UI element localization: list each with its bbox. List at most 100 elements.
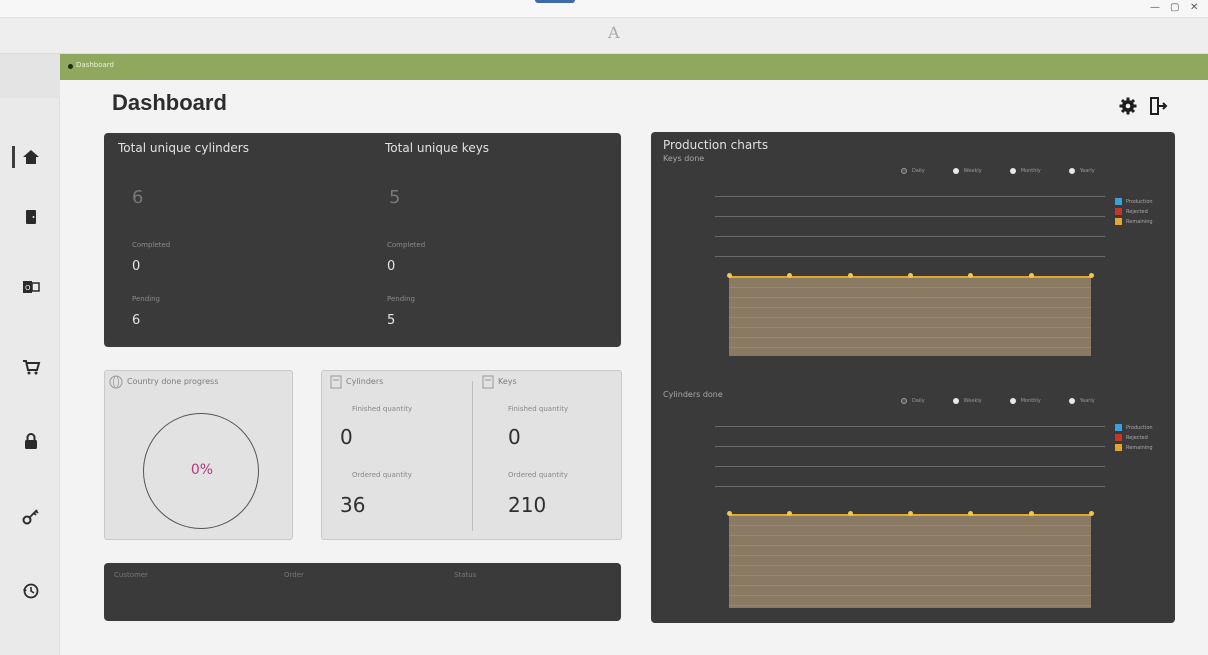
sidebar-item-security[interactable] bbox=[14, 424, 48, 458]
radio-icon bbox=[1068, 168, 1075, 174]
filter-label: Yearly bbox=[1079, 168, 1095, 174]
keys-totals-title: Total unique keys bbox=[385, 141, 490, 155]
maximize-button[interactable]: ▢ bbox=[1170, 2, 1179, 13]
gridline bbox=[715, 426, 1105, 427]
progress-ring: 0% bbox=[143, 413, 259, 529]
data-point[interactable] bbox=[908, 273, 913, 278]
filter-label: Weekly bbox=[963, 398, 982, 404]
data-point[interactable] bbox=[1089, 511, 1094, 516]
sidebar-item-home[interactable] bbox=[12, 140, 48, 174]
legend-swatch bbox=[1115, 424, 1122, 431]
progress-card: Country done progress 0% bbox=[104, 370, 293, 540]
cylinders-chart-subtitle: Cylinders done bbox=[663, 390, 723, 399]
legend-remaining[interactable]: Remaining bbox=[1115, 444, 1153, 451]
charts-title: Production charts bbox=[663, 138, 769, 152]
keys-finished-value: 0 bbox=[508, 425, 521, 449]
totals-card: Total unique cylinders 6 Completed 0 Pen… bbox=[104, 133, 621, 347]
legend-swatch bbox=[1115, 218, 1122, 225]
legend-label: Rejected bbox=[1126, 434, 1148, 441]
keys-filter-monthly[interactable]: Monthly bbox=[1009, 168, 1041, 174]
sidebar-item-keys[interactable] bbox=[14, 500, 48, 534]
cylinders-filter-daily[interactable]: Daily bbox=[901, 398, 925, 404]
sidebar-item-history[interactable] bbox=[14, 574, 48, 608]
keys-totals: Total unique keys 5 Completed 0 Pending … bbox=[385, 133, 635, 347]
legend-label: Rejected bbox=[1126, 208, 1148, 215]
legend-label: Remaining bbox=[1126, 218, 1153, 225]
data-point[interactable] bbox=[727, 273, 732, 278]
keys-chart-filters: Daily Weekly Monthly Yearly bbox=[901, 168, 1095, 174]
legend-production[interactable]: Production bbox=[1115, 198, 1153, 205]
cylinders-filter-yearly[interactable]: Yearly bbox=[1068, 398, 1095, 404]
titlebar-accent bbox=[535, 0, 575, 3]
cylinders-completed-value: 0 bbox=[132, 259, 141, 274]
gridline bbox=[715, 236, 1105, 237]
cylinder-icon bbox=[330, 375, 342, 389]
radio-icon bbox=[1009, 398, 1016, 404]
legend-swatch bbox=[1115, 198, 1122, 205]
minimize-button[interactable]: — bbox=[1150, 2, 1160, 13]
filter-label: Monthly bbox=[1020, 398, 1041, 404]
cylinders-ordered-label: Ordered quantity bbox=[352, 471, 412, 479]
legend-rejected[interactable]: Rejected bbox=[1115, 434, 1153, 441]
qty-divider bbox=[472, 381, 473, 531]
cylinders-chart-legend: Production Rejected Remaining bbox=[1115, 424, 1153, 454]
quantities-card: Cylinders Finished quantity 0 Ordered qu… bbox=[321, 370, 622, 540]
breadcrumb: Dashboard bbox=[60, 54, 1208, 80]
legend-swatch bbox=[1115, 434, 1122, 441]
keys-finished-label: Finished quantity bbox=[508, 405, 569, 413]
sidebar-top bbox=[0, 54, 60, 98]
legend-swatch bbox=[1115, 208, 1122, 215]
cylinders-completed-label: Completed bbox=[132, 241, 171, 249]
cylinders-totals-value: 6 bbox=[132, 187, 144, 208]
sidebar-item-orders[interactable] bbox=[14, 350, 48, 384]
breadcrumb-text: Dashboard bbox=[76, 61, 114, 69]
gridline bbox=[715, 216, 1105, 217]
window-titlebar: — ▢ ✕ bbox=[0, 0, 1208, 18]
settings-button[interactable] bbox=[1118, 96, 1138, 116]
cylinders-filter-monthly[interactable]: Monthly bbox=[1009, 398, 1041, 404]
sidebar-item-doors[interactable] bbox=[14, 200, 48, 234]
gridline bbox=[715, 446, 1105, 447]
keys-filter-weekly[interactable]: Weekly bbox=[952, 168, 982, 174]
cylinders-filter-weekly[interactable]: Weekly bbox=[952, 398, 982, 404]
legend-label: Remaining bbox=[1126, 444, 1153, 451]
data-point[interactable] bbox=[847, 273, 853, 278]
progress-percent: 0% bbox=[190, 462, 214, 478]
keys-chart-legend: Production Rejected Remaining bbox=[1115, 198, 1153, 228]
data-point[interactable] bbox=[908, 511, 913, 516]
legend-label: Production bbox=[1126, 198, 1153, 205]
cylinders-finished-label: Finished quantity bbox=[352, 405, 413, 413]
keys-filter-yearly[interactable]: Yearly bbox=[1068, 168, 1095, 174]
cylinders-pending-label: Pending bbox=[132, 295, 160, 303]
key-card-icon bbox=[482, 375, 494, 389]
orders-table: Customer Order Status bbox=[104, 563, 621, 621]
cylinders-finished-value: 0 bbox=[340, 425, 353, 449]
app-toolbar: A bbox=[0, 18, 1208, 54]
logout-button[interactable] bbox=[1148, 96, 1168, 116]
legend-remaining[interactable]: Remaining bbox=[1115, 218, 1153, 225]
cylinders-totals-title: Total unique cylinders bbox=[118, 141, 249, 155]
keys-filter-daily[interactable]: Daily bbox=[901, 168, 925, 174]
history-icon bbox=[23, 583, 39, 599]
filter-label: Yearly bbox=[1079, 398, 1095, 404]
filter-label: Daily bbox=[912, 398, 925, 404]
data-point[interactable] bbox=[847, 511, 853, 516]
filter-label: Weekly bbox=[963, 168, 982, 174]
sidebar-item-outlook[interactable]: O bbox=[14, 270, 48, 304]
keys-chart-plot bbox=[715, 192, 1105, 362]
outlook-icon: O bbox=[23, 281, 40, 293]
lock-icon bbox=[25, 433, 37, 449]
data-point[interactable] bbox=[1089, 273, 1094, 278]
close-button[interactable]: ✕ bbox=[1190, 2, 1198, 13]
data-point[interactable] bbox=[727, 511, 732, 516]
data-point[interactable] bbox=[1028, 511, 1034, 516]
cart-icon bbox=[23, 360, 41, 375]
legend-production[interactable]: Production bbox=[1115, 424, 1153, 431]
data-point[interactable] bbox=[1028, 273, 1034, 278]
production-charts: Production charts Keys done Daily Weekly… bbox=[651, 132, 1175, 623]
filter-label: Daily bbox=[912, 168, 925, 174]
radio-icon bbox=[952, 398, 959, 404]
keys-pending-label: Pending bbox=[387, 295, 415, 303]
legend-rejected[interactable]: Rejected bbox=[1115, 208, 1153, 215]
cylinders-pending-value: 6 bbox=[132, 313, 141, 328]
